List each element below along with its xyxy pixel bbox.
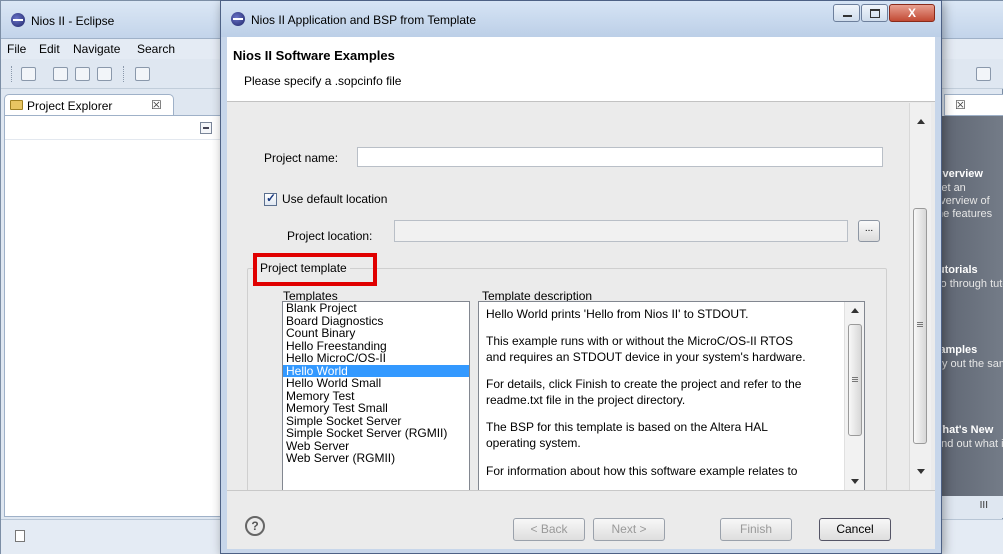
banner-message: Please specify a .sopcinfo file xyxy=(244,74,402,88)
print-icon[interactable] xyxy=(97,67,112,81)
scrollbar-thumb[interactable] xyxy=(913,208,927,444)
project-explorer-label: Project Explorer xyxy=(27,99,113,113)
use-default-location-checkbox[interactable] xyxy=(264,191,277,206)
save-all-icon[interactable] xyxy=(75,67,90,81)
new-item-icon[interactable] xyxy=(15,530,25,542)
arrow-down-icon[interactable] xyxy=(851,479,859,484)
maximize-icon xyxy=(870,9,880,18)
menu-file[interactable]: File xyxy=(7,42,26,56)
back-button[interactable]: < Back xyxy=(513,518,585,541)
dialog-body: Nios II Software Examples Please specify… xyxy=(227,37,935,549)
welcome-tutorials-desc: Go through tutorials xyxy=(932,278,1003,290)
collapse-all-icon[interactable] xyxy=(200,122,212,134)
template-dialog: Nios II Application and BSP from Templat… xyxy=(220,0,942,554)
description-line: operating system. xyxy=(486,436,581,450)
description-scrollbar[interactable] xyxy=(844,302,864,490)
welcome-scrollbar[interactable]: III xyxy=(938,496,1003,518)
tab-project-explorer[interactable]: Project Explorer ☒ xyxy=(4,94,174,116)
close-icon: X xyxy=(907,6,916,20)
list-item[interactable]: Hello World Small xyxy=(283,377,469,390)
description-line: Hello World prints 'Hello from Nios II' … xyxy=(486,307,749,321)
toolbar-separator xyxy=(123,66,124,82)
project-name-input[interactable] xyxy=(357,147,883,167)
description-line: For details, click Finish to create the … xyxy=(486,377,802,391)
next-button[interactable]: Next > xyxy=(593,518,665,541)
arrow-down-icon[interactable] xyxy=(917,469,925,474)
templates-list[interactable]: Blank Project Board Diagnostics Count Bi… xyxy=(282,301,470,491)
finish-button[interactable]: Finish xyxy=(720,518,792,541)
dialog-title: Nios II Application and BSP from Templat… xyxy=(251,13,477,27)
arrow-up-icon[interactable] xyxy=(851,308,859,313)
perspective-icon[interactable] xyxy=(976,67,991,81)
scrollbar-thumb[interactable] xyxy=(848,324,862,436)
project-explorer-toolbar xyxy=(5,116,229,140)
use-default-location-label: Use default location xyxy=(282,192,388,206)
minimize-icon xyxy=(843,15,852,17)
welcome-whatsnew-desc: Find out what is new xyxy=(932,438,1003,450)
arrow-up-icon[interactable] xyxy=(917,119,925,124)
welcome-overview-desc: Set an overview of the features xyxy=(934,182,993,220)
grip-icon xyxy=(852,377,858,378)
template-description-box: Hello World prints 'Hello from Nios II' … xyxy=(478,301,865,491)
list-item[interactable]: Simple Socket Server (RGMII) xyxy=(283,427,469,440)
eclipse-icon xyxy=(231,12,245,26)
list-item[interactable]: Web Server (RGMII) xyxy=(283,452,469,465)
list-item[interactable]: Blank Project xyxy=(283,302,469,315)
project-name-label: Project name: xyxy=(264,151,339,165)
project-location-label: Project location: xyxy=(287,229,373,243)
grip-icon xyxy=(917,322,923,323)
annotation-highlight-box xyxy=(253,253,377,286)
folder-icon xyxy=(10,100,23,110)
dialog-footer: ? < Back Next > Finish Cancel xyxy=(227,490,935,549)
close-tab-icon[interactable]: ☒ xyxy=(151,98,162,112)
new-icon[interactable] xyxy=(21,67,36,81)
list-item[interactable]: Count Binary xyxy=(283,327,469,340)
help-icon[interactable]: ? xyxy=(245,516,265,536)
scroll-grip: III xyxy=(979,500,988,511)
list-item[interactable]: Memory Test Small xyxy=(283,402,469,415)
welcome-panel: Overview Set an overview of the features… xyxy=(932,116,1003,516)
menu-search[interactable]: Search xyxy=(137,42,175,56)
main-scrollbar[interactable] xyxy=(909,103,931,490)
close-button[interactable]: X xyxy=(889,4,935,22)
welcome-tab[interactable]: ☒ xyxy=(944,94,1003,116)
minimize-button[interactable] xyxy=(833,4,860,22)
cancel-button[interactable]: Cancel xyxy=(819,518,891,541)
eclipse-title: Nios II - Eclipse xyxy=(31,14,115,28)
save-icon[interactable] xyxy=(53,67,68,81)
maximize-button[interactable] xyxy=(861,4,888,22)
description-line: The BSP for this template is based on th… xyxy=(486,420,768,434)
dialog-content: Project name: Use default location Proje… xyxy=(227,103,935,498)
project-explorer-panel xyxy=(4,115,230,517)
browse-location-button[interactable]: ... xyxy=(858,220,880,242)
toolbar-separator xyxy=(11,66,12,82)
eclipse-icon xyxy=(11,13,25,27)
menu-navigate[interactable]: Navigate xyxy=(73,42,120,56)
close-tab-icon[interactable]: ☒ xyxy=(955,98,966,112)
welcome-samples-desc: Try out the samples xyxy=(932,358,1003,370)
new-project-icon[interactable] xyxy=(135,67,150,81)
dialog-title-bar: Nios II Application and BSP from Templat… xyxy=(221,1,941,37)
list-item[interactable]: Hello MicroC/OS-II xyxy=(283,352,469,365)
project-location-input[interactable] xyxy=(394,220,848,242)
banner-heading: Nios II Software Examples xyxy=(233,48,395,63)
dialog-banner: Nios II Software Examples Please specify… xyxy=(227,37,935,102)
menu-edit[interactable]: Edit xyxy=(39,42,60,56)
description-line: For information about how this software … xyxy=(486,464,798,478)
description-line: readme.txt file in the project directory… xyxy=(486,393,686,407)
description-line: and requires an STDOUT device in your sy… xyxy=(486,350,806,364)
description-line: This example runs with or without the Mi… xyxy=(486,334,793,348)
